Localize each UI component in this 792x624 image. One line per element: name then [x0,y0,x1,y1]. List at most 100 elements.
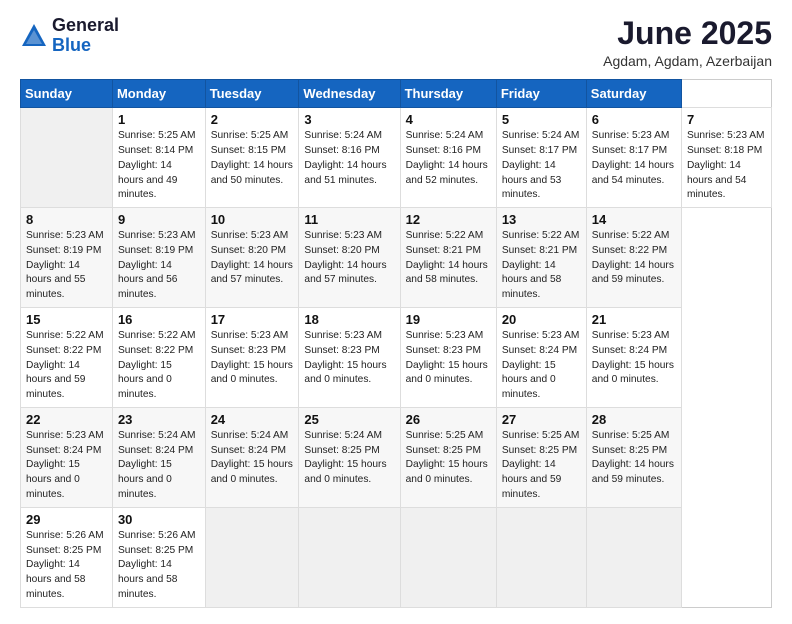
calendar-header: SundayMondayTuesdayWednesdayThursdayFrid… [21,80,772,108]
cell-info: Sunrise: 5:25 AMSunset: 8:25 PMDaylight:… [592,430,674,485]
cell-info: Sunrise: 5:23 AMSunset: 8:24 PMDaylight:… [592,330,674,385]
calendar-cell: 19 Sunrise: 5:23 AMSunset: 8:23 PMDayligh… [400,308,496,408]
calendar-cell: 9 Sunrise: 5:23 AMSunset: 8:19 PMDaylight… [112,208,205,308]
day-number: 28 [592,412,676,427]
day-number: 25 [304,412,394,427]
day-number: 6 [592,112,676,127]
logo-blue: Blue [52,36,119,56]
calendar-cell: 2 Sunrise: 5:25 AMSunset: 8:15 PMDaylight… [205,108,299,208]
cell-info: Sunrise: 5:26 AMSunset: 8:25 PMDaylight:… [118,530,196,600]
header-day-tuesday: Tuesday [205,80,299,108]
calendar-cell [496,507,586,607]
cell-info: Sunrise: 5:26 AMSunset: 8:25 PMDaylight:… [26,530,104,600]
location: Agdam, Agdam, Azerbaijan [603,53,772,69]
calendar-body: 1 Sunrise: 5:25 AMSunset: 8:14 PMDaylight… [21,108,772,608]
cell-info: Sunrise: 5:24 AMSunset: 8:16 PMDaylight:… [304,130,386,185]
week-row-5: 29 Sunrise: 5:26 AMSunset: 8:25 PMDayligh… [21,507,772,607]
calendar-cell: 30Sunrise: 5:26 AMSunset: 8:25 PMDayligh… [112,507,205,607]
logo: General Blue [20,16,119,56]
cell-info: Sunrise: 5:24 AMSunset: 8:24 PMDaylight:… [118,430,196,500]
cell-info: Sunrise: 5:25 AMSunset: 8:14 PMDaylight:… [118,130,196,200]
day-number: 5 [502,112,581,127]
calendar-cell: 7 Sunrise: 5:23 AMSunset: 8:18 PMDaylight… [681,108,771,208]
cell-info: Sunrise: 5:23 AMSunset: 8:18 PMDaylight:… [687,130,765,200]
header-day-sunday: Sunday [21,80,113,108]
cell-info: Sunrise: 5:25 AMSunset: 8:15 PMDaylight:… [211,130,293,185]
day-number: 23 [118,412,200,427]
day-number: 21 [592,312,676,327]
calendar-cell: 18 Sunrise: 5:23 AMSunset: 8:23 PMDayligh… [299,308,400,408]
calendar-cell: 4 Sunrise: 5:24 AMSunset: 8:16 PMDaylight… [400,108,496,208]
cell-info: Sunrise: 5:23 AMSunset: 8:23 PMDaylight:… [304,330,386,385]
cell-info: Sunrise: 5:22 AMSunset: 8:22 PMDaylight:… [118,330,196,400]
calendar-cell: 11 Sunrise: 5:23 AMSunset: 8:20 PMDayligh… [299,208,400,308]
cell-info: Sunrise: 5:23 AMSunset: 8:24 PMDaylight:… [26,430,104,500]
header-row: SundayMondayTuesdayWednesdayThursdayFrid… [21,80,772,108]
cell-info: Sunrise: 5:23 AMSunset: 8:23 PMDaylight:… [406,330,488,385]
cell-info: Sunrise: 5:23 AMSunset: 8:20 PMDaylight:… [211,230,293,285]
day-number: 11 [304,212,394,227]
day-number: 18 [304,312,394,327]
day-number: 27 [502,412,581,427]
day-number: 19 [406,312,491,327]
cell-info: Sunrise: 5:23 AMSunset: 8:17 PMDaylight:… [592,130,674,185]
cell-info: Sunrise: 5:25 AMSunset: 8:25 PMDaylight:… [406,430,488,485]
calendar-cell [400,507,496,607]
day-number: 4 [406,112,491,127]
day-number: 1 [118,112,200,127]
calendar-cell [299,507,400,607]
day-number: 20 [502,312,581,327]
page: General Blue June 2025 Agdam, Agdam, Aze… [0,0,792,624]
cell-info: Sunrise: 5:23 AMSunset: 8:19 PMDaylight:… [26,230,104,300]
cell-info: Sunrise: 5:24 AMSunset: 8:16 PMDaylight:… [406,130,488,185]
calendar-cell [21,108,113,208]
day-number: 10 [211,212,294,227]
cell-info: Sunrise: 5:22 AMSunset: 8:22 PMDaylight:… [26,330,104,400]
calendar-cell: 27 Sunrise: 5:25 AMSunset: 8:25 PMDayligh… [496,407,586,507]
calendar-table: SundayMondayTuesdayWednesdayThursdayFrid… [20,79,772,608]
calendar-cell: 22 Sunrise: 5:23 AMSunset: 8:24 PMDayligh… [21,407,113,507]
day-number: 3 [304,112,394,127]
cell-info: Sunrise: 5:23 AMSunset: 8:24 PMDaylight:… [502,330,580,400]
calendar-cell: 24Sunrise: 5:24 AMSunset: 8:24 PMDayligh… [205,407,299,507]
day-number: 7 [687,112,766,127]
day-number: 17 [211,312,294,327]
cell-info: Sunrise: 5:24 AMSunset: 8:25 PMDaylight:… [304,430,386,485]
day-number: 29 [26,512,107,527]
day-number: 22 [26,412,107,427]
header-day-wednesday: Wednesday [299,80,400,108]
header-day-friday: Friday [496,80,586,108]
calendar-cell: 23 Sunrise: 5:24 AMSunset: 8:24 PMDayligh… [112,407,205,507]
day-number: 26 [406,412,491,427]
calendar-cell: 17Sunrise: 5:23 AMSunset: 8:23 PMDayligh… [205,308,299,408]
cell-info: Sunrise: 5:25 AMSunset: 8:25 PMDaylight:… [502,430,580,500]
day-number: 16 [118,312,200,327]
calendar-cell: 20 Sunrise: 5:23 AMSunset: 8:24 PMDayligh… [496,308,586,408]
calendar-cell: 6 Sunrise: 5:23 AMSunset: 8:17 PMDaylight… [586,108,681,208]
day-number: 12 [406,212,491,227]
calendar-cell: 26 Sunrise: 5:25 AMSunset: 8:25 PMDayligh… [400,407,496,507]
calendar-cell: 10 Sunrise: 5:23 AMSunset: 8:20 PMDayligh… [205,208,299,308]
calendar-cell: 13Sunrise: 5:22 AMSunset: 8:21 PMDayligh… [496,208,586,308]
day-number: 15 [26,312,107,327]
cell-info: Sunrise: 5:23 AMSunset: 8:20 PMDaylight:… [304,230,386,285]
calendar-cell: 1 Sunrise: 5:25 AMSunset: 8:14 PMDaylight… [112,108,205,208]
day-number: 2 [211,112,294,127]
header-day-thursday: Thursday [400,80,496,108]
calendar-cell: 25 Sunrise: 5:24 AMSunset: 8:25 PMDayligh… [299,407,400,507]
calendar-cell: 8 Sunrise: 5:23 AMSunset: 8:19 PMDaylight… [21,208,113,308]
cell-info: Sunrise: 5:23 AMSunset: 8:19 PMDaylight:… [118,230,196,300]
calendar-cell: 28 Sunrise: 5:25 AMSunset: 8:25 PMDayligh… [586,407,681,507]
day-number: 8 [26,212,107,227]
title-area: June 2025 Agdam, Agdam, Azerbaijan [603,16,772,69]
month-title: June 2025 [603,16,772,51]
day-number: 13 [502,212,581,227]
calendar-cell: 29 Sunrise: 5:26 AMSunset: 8:25 PMDayligh… [21,507,113,607]
day-number: 9 [118,212,200,227]
calendar-cell: 12Sunrise: 5:22 AMSunset: 8:21 PMDayligh… [400,208,496,308]
cell-info: Sunrise: 5:24 AMSunset: 8:17 PMDaylight:… [502,130,580,200]
week-row-2: 8 Sunrise: 5:23 AMSunset: 8:19 PMDaylight… [21,208,772,308]
logo-icon [20,22,48,50]
calendar-cell [586,507,681,607]
calendar-cell: 3 Sunrise: 5:24 AMSunset: 8:16 PMDaylight… [299,108,400,208]
